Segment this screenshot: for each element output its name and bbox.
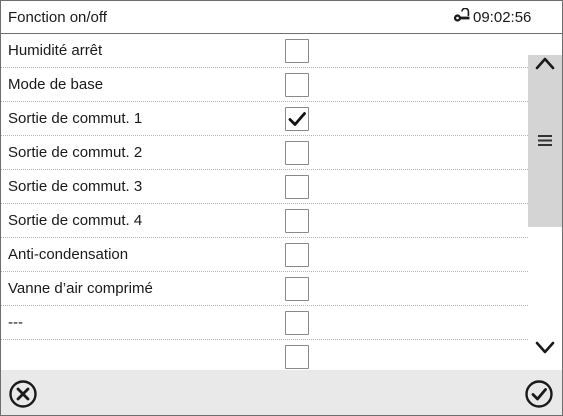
scrollbar[interactable]: [528, 34, 562, 370]
action-bar: [1, 370, 562, 415]
checkbox[interactable]: [285, 277, 309, 301]
list-item[interactable]: Sortie de commut. 2: [1, 136, 528, 170]
chevron-up-icon[interactable]: [528, 50, 562, 76]
checkbox[interactable]: [285, 73, 309, 97]
option-list: Humidité arrêt Mode de base Sortie de comm…: [1, 34, 528, 370]
cancel-circle-icon[interactable]: [8, 379, 38, 409]
list-item-label: Sortie de commut. 4: [8, 212, 143, 229]
list-item[interactable]: Sortie de commut. 4: [1, 204, 528, 238]
checkbox[interactable]: [285, 141, 309, 165]
lock-icon: [453, 8, 470, 22]
checkbox[interactable]: [285, 311, 309, 335]
page-title: Fonction on/off: [8, 9, 107, 26]
menu-handle-icon: [538, 135, 552, 146]
checkbox[interactable]: [285, 243, 309, 267]
confirm-circle-icon[interactable]: [524, 379, 554, 409]
checkbox[interactable]: [285, 209, 309, 233]
checkbox[interactable]: [285, 39, 309, 63]
title-bar: Fonction on/off 09:02:56: [1, 1, 562, 34]
list-item[interactable]: Sortie de commut. 1: [1, 102, 528, 136]
checkmark-icon: [288, 112, 306, 126]
dialog-window: Fonction on/off 09:02:56 Humidité arrêt M…: [0, 0, 563, 416]
list-item-label: Anti-condensation: [8, 246, 129, 263]
checkbox[interactable]: [285, 345, 309, 369]
list-item[interactable]: Mode de base: [1, 68, 528, 102]
list-item-label: Sortie de commut. 2: [8, 144, 143, 161]
list-item-label: Sortie de commut. 3: [8, 178, 143, 195]
list-item-label: Vanne d’air comprimé: [8, 280, 153, 297]
list-item[interactable]: ---: [1, 306, 528, 340]
chevron-down-icon[interactable]: [528, 334, 562, 360]
list-item-label: Sortie de commut. 1: [8, 110, 143, 127]
list-item[interactable]: Humidité arrêt: [1, 34, 528, 68]
list-item-label: Humidité arrêt: [8, 42, 103, 59]
list-item[interactable]: Sortie de commut. 3: [1, 170, 528, 204]
list-item[interactable]: Anti-condensation: [1, 238, 528, 272]
checkbox[interactable]: [285, 107, 309, 131]
clock-time: 09:02:56: [473, 9, 532, 26]
list-item[interactable]: Vanne d’air comprimé: [1, 272, 528, 306]
checkbox[interactable]: [285, 175, 309, 199]
list-item-label: ---: [8, 314, 23, 331]
list-item[interactable]: [1, 340, 528, 370]
list-item-label: Mode de base: [8, 76, 104, 93]
